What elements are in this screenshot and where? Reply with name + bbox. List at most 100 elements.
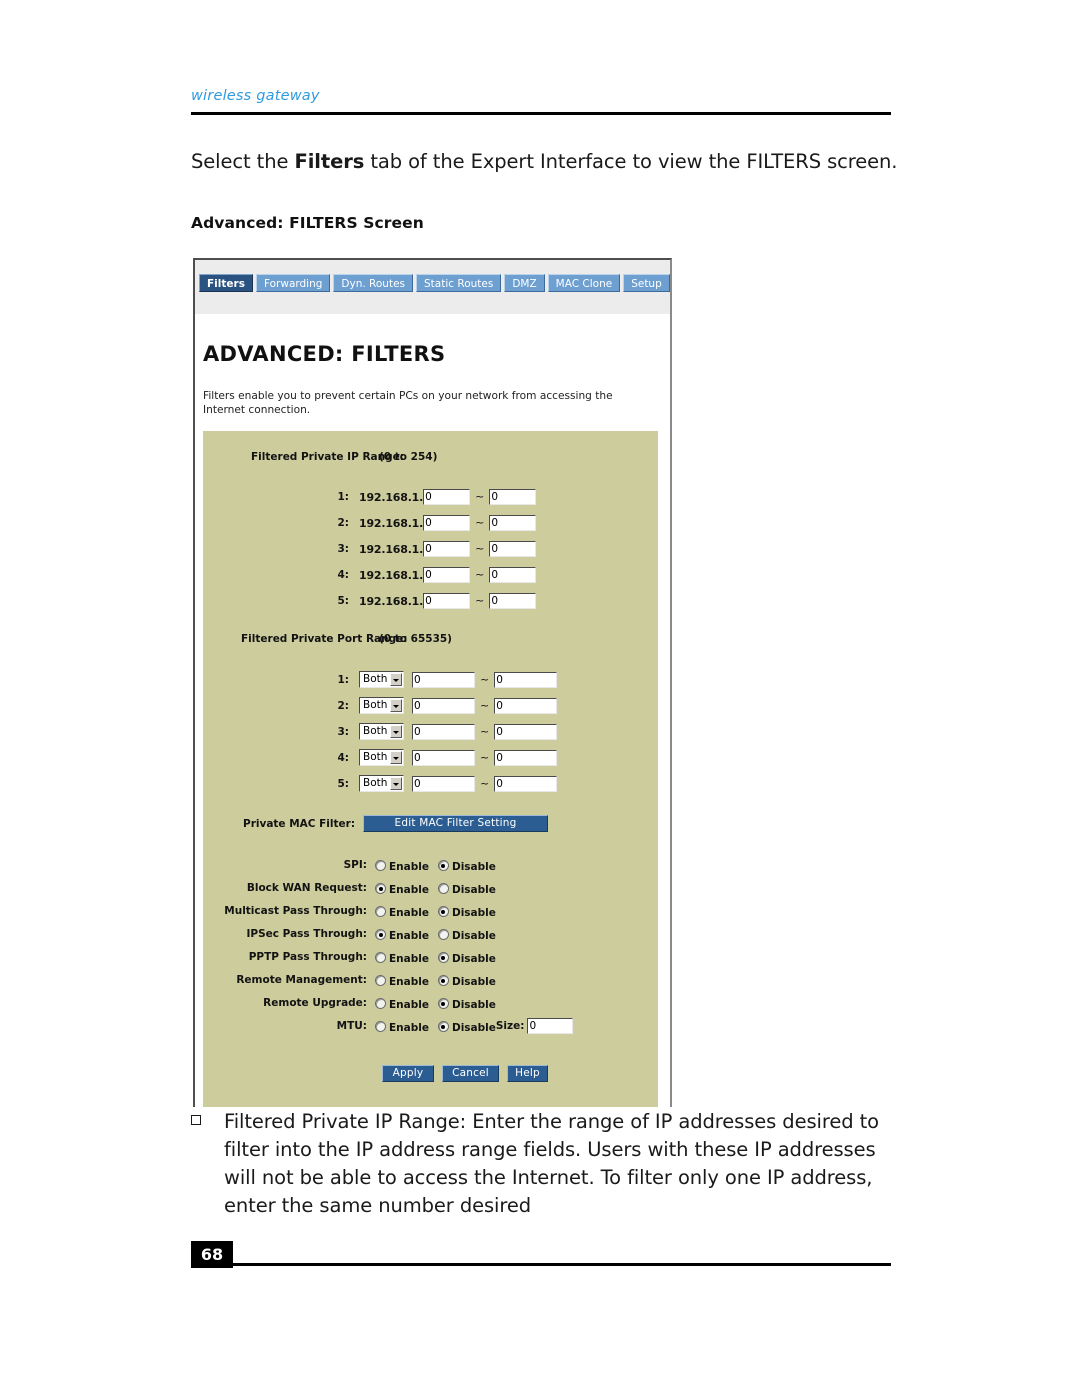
page-title: ADVANCED: FILTERS	[203, 342, 446, 366]
protocol-select-1[interactable]: Both	[359, 671, 404, 688]
tab-mac-clone[interactable]: MAC Clone	[547, 274, 621, 292]
mtu-size-label: Size:	[495, 1019, 525, 1032]
mac-filter-row: Private MAC Filter: Edit MAC Filter Sett…	[243, 815, 548, 832]
toggle-label: Multicast Pass Through:	[224, 904, 367, 917]
radio-enable-multicast-pass-through[interactable]	[375, 906, 386, 917]
protocol-select-value: Both	[363, 751, 388, 763]
disable-label: Disable	[451, 1022, 496, 1034]
protocol-select-value: Both	[363, 673, 388, 685]
disable-label: Disable	[451, 976, 496, 988]
ip-end-input-3[interactable]: 0	[489, 541, 537, 557]
ip-start-input-5[interactable]: 0	[423, 593, 471, 609]
tab-static-routes[interactable]: Static Routes	[416, 274, 502, 292]
tab-forwarding[interactable]: Forwarding	[255, 274, 331, 292]
toggle-label: Remote Management:	[236, 973, 367, 986]
row-index: 3:	[337, 725, 349, 738]
enable-label: Enable	[389, 953, 429, 965]
toggle-row-pptp-pass-through: PPTP Pass Through: Enable Disable	[215, 947, 496, 966]
radio-disable-mtu[interactable]	[437, 1021, 449, 1032]
ip-range-row-1: 1: 192.168.1. 0 ~ 0	[329, 489, 537, 505]
row-index: 5:	[337, 777, 349, 790]
protocol-select-5[interactable]: Both	[359, 775, 404, 792]
range-separator: ~	[475, 516, 485, 529]
radio-disable-remote-upgrade[interactable]	[437, 998, 449, 1009]
port-range-row-2: 2: Both 0 ~ 0	[329, 697, 558, 714]
port-start-input-4[interactable]: 0	[412, 749, 475, 766]
radio-disable-pptp-pass-through[interactable]	[437, 952, 449, 963]
tab-setup[interactable]: Setup	[623, 274, 670, 292]
chevron-down-icon[interactable]	[390, 777, 402, 790]
port-start-input-2[interactable]: 0	[412, 697, 475, 714]
cancel-button[interactable]: Cancel	[442, 1065, 499, 1082]
mtu-label: MTU:	[336, 1019, 367, 1032]
port-end-input-2[interactable]: 0	[494, 697, 558, 714]
action-button-row: Apply Cancel Help	[382, 1065, 548, 1082]
range-separator: ~	[475, 542, 485, 555]
ip-end-input-2[interactable]: 0	[489, 515, 537, 531]
filters-form: Filtered Private IP Range: (0 to 254) 1:…	[203, 431, 658, 1107]
apply-button[interactable]: Apply	[382, 1065, 434, 1082]
range-separator: ~	[475, 568, 485, 581]
ip-end-input-4[interactable]: 0	[489, 567, 537, 583]
radio-enable-spi[interactable]	[375, 860, 386, 871]
radio-enable-ipsec-pass-through[interactable]	[375, 929, 386, 940]
radio-disable-multicast-pass-through[interactable]	[437, 906, 449, 917]
port-start-input-5[interactable]: 0	[412, 775, 475, 792]
figure-caption: Advanced: FILTERS Screen	[191, 214, 424, 232]
port-range-label: Filtered Private Port Range:	[241, 633, 408, 645]
page-number: 68	[191, 1241, 233, 1268]
radio-enable-mtu[interactable]	[375, 1021, 386, 1032]
port-end-input-5[interactable]: 0	[494, 775, 558, 792]
radio-disable-ipsec-pass-through[interactable]	[437, 929, 449, 940]
ip-start-input-1[interactable]: 0	[423, 489, 471, 505]
row-index: 1:	[337, 673, 349, 686]
radio-enable-pptp-pass-through[interactable]	[375, 952, 386, 963]
radio-enable-block-wan-request[interactable]	[375, 883, 386, 894]
protocol-select-3[interactable]: Both	[359, 723, 404, 740]
enable-label: Enable	[389, 976, 429, 988]
row-index: 1:	[337, 491, 349, 503]
intro-bold-term: Filters	[294, 150, 365, 173]
port-range-row-1: 1: Both 0 ~ 0	[329, 671, 558, 688]
radio-disable-spi[interactable]	[437, 860, 449, 871]
ip-range-row-4: 4: 192.168.1. 0 ~ 0	[329, 567, 537, 583]
enable-label: Enable	[389, 884, 429, 896]
ip-start-input-3[interactable]: 0	[423, 541, 471, 557]
mtu-size-input[interactable]: 0	[527, 1017, 574, 1034]
range-separator: ~	[480, 672, 490, 686]
ip-start-input-4[interactable]: 0	[423, 567, 471, 583]
intro-sentence: Select the Filters tab of the Expert Int…	[191, 150, 931, 173]
tab-dmz[interactable]: DMZ	[504, 274, 545, 292]
bullet-paragraph: Filtered Private IP Range: Enter the ran…	[191, 1108, 891, 1220]
port-end-input-3[interactable]: 0	[494, 723, 558, 740]
port-end-input-1[interactable]: 0	[494, 671, 558, 688]
chevron-down-icon[interactable]	[390, 751, 402, 764]
radio-disable-remote-management[interactable]	[437, 975, 449, 986]
radio-disable-block-wan-request[interactable]	[437, 883, 449, 894]
tab-filters[interactable]: Filters	[199, 274, 253, 292]
toggle-row-remote-upgrade: Remote Upgrade: Enable Disable	[215, 993, 496, 1012]
help-button[interactable]: Help	[507, 1065, 548, 1082]
row-index: 4:	[337, 751, 349, 764]
intro-prefix: Select the	[191, 150, 295, 173]
ip-end-input-1[interactable]: 0	[489, 489, 537, 505]
chevron-down-icon[interactable]	[390, 725, 402, 738]
tab-dyn-routes[interactable]: Dyn. Routes	[333, 274, 414, 292]
range-separator: ~	[480, 750, 490, 764]
protocol-select-2[interactable]: Both	[359, 697, 404, 714]
port-start-input-3[interactable]: 0	[412, 723, 475, 740]
edit-mac-filter-setting-button[interactable]: Edit MAC Filter Setting	[363, 815, 548, 832]
enable-label: Enable	[389, 930, 429, 942]
chevron-down-icon[interactable]	[390, 699, 402, 712]
ip-start-input-2[interactable]: 0	[423, 515, 471, 531]
port-end-input-4[interactable]: 0	[494, 749, 558, 766]
radio-enable-remote-upgrade[interactable]	[375, 998, 386, 1009]
port-start-input-1[interactable]: 0	[412, 671, 475, 688]
ip-prefix: 192.168.1.	[359, 490, 424, 504]
ip-range-hint: (0 to 254)	[379, 451, 438, 463]
protocol-select-4[interactable]: Both	[359, 749, 404, 766]
chevron-down-icon[interactable]	[390, 673, 402, 686]
radio-enable-remote-management[interactable]	[375, 975, 386, 986]
disable-label: Disable	[451, 907, 496, 919]
ip-end-input-5[interactable]: 0	[489, 593, 537, 609]
